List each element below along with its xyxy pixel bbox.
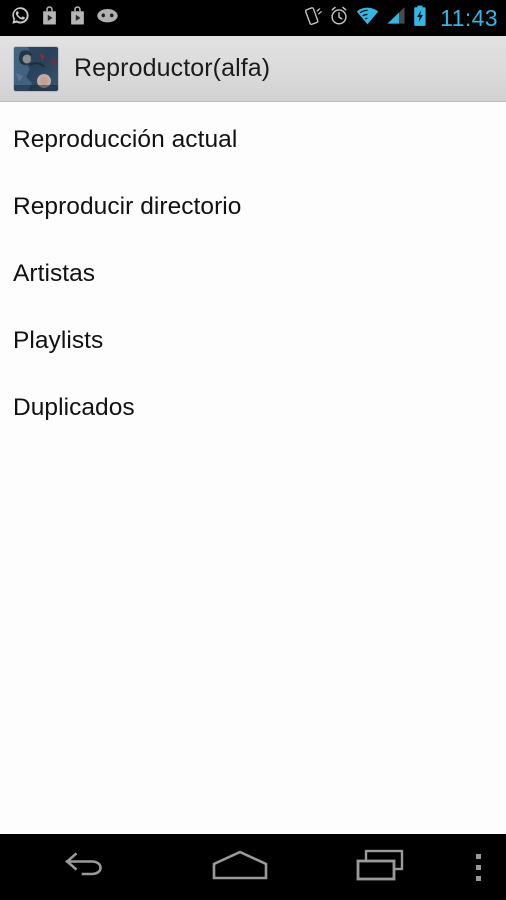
home-button[interactable] bbox=[170, 834, 310, 900]
menu-item-opciones[interactable]: Opciones bbox=[252, 307, 506, 374]
menu-item-reproducir-todo[interactable]: Reproducir todo bbox=[252, 106, 506, 173]
phone-screen: 11:43 Reproductor(alfa) Reproducción act… bbox=[0, 0, 506, 900]
menu-grid: Reproducción actual Reproducir todo Repr… bbox=[0, 102, 506, 441]
menu-item-label: Playlists bbox=[13, 326, 104, 354]
menu-item-duplicados[interactable]: Duplicados bbox=[0, 374, 252, 441]
android-head-icon bbox=[96, 8, 119, 28]
app-album-art-icon[interactable] bbox=[14, 46, 58, 91]
menu-item-albums[interactable]: Albums bbox=[252, 240, 506, 307]
status-bar-notification-icons bbox=[10, 5, 119, 31]
status-bar: 11:43 bbox=[0, 0, 506, 36]
back-arrow-icon bbox=[64, 851, 106, 884]
back-button[interactable] bbox=[0, 834, 170, 900]
whatsapp-icon bbox=[10, 5, 31, 31]
cell-signal-icon bbox=[386, 6, 406, 30]
menu-item-reproducir-directorio[interactable]: Reproducir directorio bbox=[0, 173, 252, 240]
overflow-dots-icon bbox=[475, 851, 481, 884]
menu-item-artistas[interactable]: Artistas bbox=[0, 240, 252, 307]
menu-item-label: Reproducir directorio bbox=[13, 192, 242, 220]
action-bar: Reproductor(alfa) bbox=[0, 36, 506, 102]
app-title: Reproductor(alfa) bbox=[74, 54, 271, 82]
battery-charging-icon bbox=[413, 5, 427, 32]
recent-apps-button[interactable] bbox=[310, 834, 450, 900]
menu-item-empty bbox=[252, 374, 506, 441]
play-store-icon-1 bbox=[40, 5, 59, 31]
menu-item-reproduccion-actual[interactable]: Reproducción actual bbox=[0, 106, 252, 173]
menu-item-label: Reproducción actual bbox=[13, 125, 238, 153]
recent-apps-icon bbox=[356, 848, 404, 886]
alarm-clock-icon bbox=[329, 5, 349, 31]
wifi-icon bbox=[356, 6, 379, 30]
play-store-icon-2 bbox=[68, 5, 87, 31]
status-bar-clock: 11:43 bbox=[440, 4, 498, 31]
menu-item-canciones[interactable]: Canciones bbox=[252, 173, 506, 240]
status-bar-system-icons: 11:43 bbox=[302, 5, 498, 32]
main-content: Reproducción actual Reproducir todo Repr… bbox=[0, 102, 506, 834]
overflow-menu-button[interactable] bbox=[450, 834, 506, 900]
home-icon bbox=[212, 850, 268, 885]
menu-item-playlists[interactable]: Playlists bbox=[0, 307, 252, 374]
menu-item-label: Artistas bbox=[13, 259, 96, 287]
vibrate-icon bbox=[302, 5, 322, 32]
navigation-bar bbox=[0, 834, 506, 900]
menu-item-label: Duplicados bbox=[13, 393, 135, 421]
